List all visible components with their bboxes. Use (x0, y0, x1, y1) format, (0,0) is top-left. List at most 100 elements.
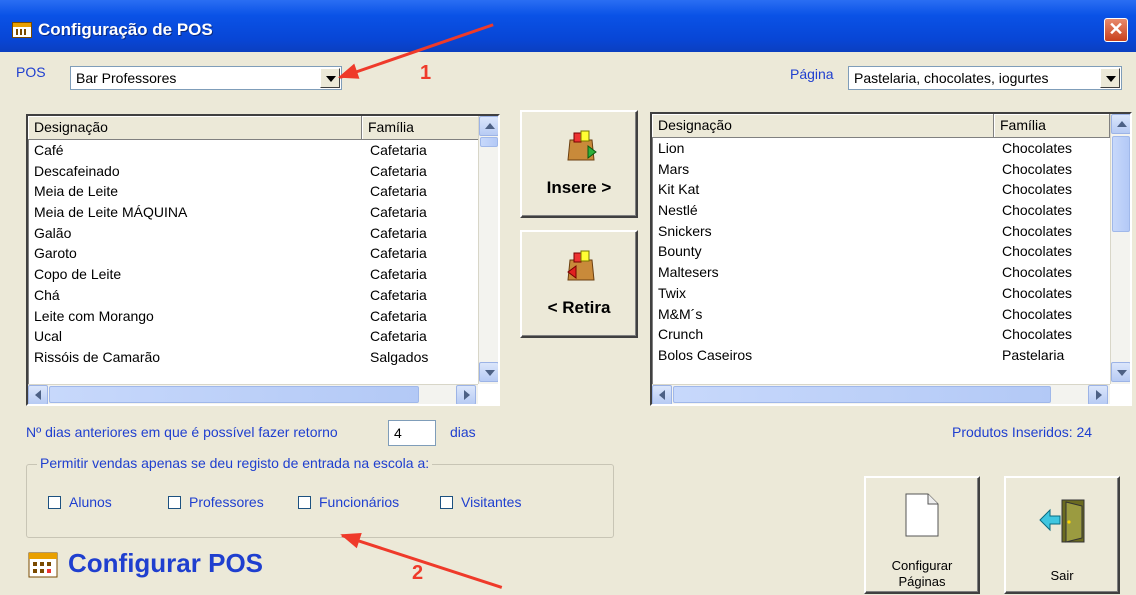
item-designacao: Meia de Leite MÁQUINA (34, 204, 188, 221)
item-designacao: Galão (34, 224, 72, 241)
item-designacao: Leite com Morango (34, 307, 154, 324)
item-familia: Cafetaria (370, 162, 427, 179)
list-item[interactable]: Meia de Leite Cafetaria (28, 181, 478, 202)
list-item[interactable]: Bolos Caseiros Pastelaria (652, 345, 1110, 366)
column-designacao[interactable]: Designação (652, 114, 994, 138)
retira-button[interactable]: < Retira (520, 230, 638, 338)
item-familia: Chocolates (1002, 222, 1073, 239)
item-familia: Cafetaria (370, 142, 427, 158)
list-item[interactable]: Copo de Leite Cafetaria (28, 264, 478, 285)
document-icon (905, 493, 939, 537)
sair-button[interactable]: Sair (1004, 476, 1120, 594)
column-familia[interactable]: Família (994, 114, 1110, 138)
scroll-up-button[interactable] (479, 116, 498, 136)
item-designacao: Bounty (658, 243, 702, 260)
item-familia: Cafetaria (370, 286, 427, 303)
item-designacao: Nestlé (658, 202, 698, 219)
checkbox-alunos[interactable]: Alunos (48, 494, 112, 510)
item-familia: Cafetaria (370, 328, 427, 345)
list-item[interactable]: Rissóis de Camarão Salgados (28, 347, 478, 368)
close-button[interactable]: ✕ (1104, 18, 1128, 42)
list-item[interactable]: Twix Chocolates (652, 283, 1110, 304)
checkbox-visitantes[interactable]: Visitantes (440, 494, 521, 510)
item-designacao: Lion (658, 140, 685, 156)
list-item[interactable]: Snickers Chocolates (652, 221, 1110, 242)
paginas-label: Páginas (898, 574, 946, 589)
list-item[interactable]: Leite com Morango Cafetaria (28, 306, 478, 327)
item-designacao: Descafeinado (34, 162, 120, 179)
list-item[interactable]: Chá Cafetaria (28, 285, 478, 306)
available-products-list[interactable]: Designação Família Café Cafetaria Descafei… (26, 114, 500, 406)
inserted-products-list[interactable]: Designação Família Lion Chocolates Mars Cho… (650, 112, 1132, 406)
list-header: Designação Família (652, 114, 1110, 138)
pos-label: POS (16, 64, 46, 80)
chevron-down-icon[interactable] (1100, 68, 1120, 88)
item-designacao: Mars (658, 160, 690, 177)
list-item[interactable]: Maltesers Chocolates (652, 262, 1110, 283)
configurar-paginas-button[interactable]: Configurar Páginas (864, 476, 980, 594)
item-designacao: Kit Kat (658, 181, 700, 198)
checkbox-label: Visitantes (461, 494, 522, 510)
list-item[interactable]: Descafeinado Cafetaria (28, 161, 478, 182)
app-icon (12, 22, 32, 38)
item-designacao: Maltesers (658, 264, 719, 281)
list-item[interactable]: Nestlé Chocolates (652, 200, 1110, 221)
pagina-select[interactable]: Pastelaria, chocolates, iogurtes (848, 66, 1122, 90)
dias-label: Nº dias anteriores em que é possível faz… (26, 424, 338, 440)
scroll-thumb[interactable] (673, 386, 1051, 403)
item-familia: Cafetaria (370, 266, 427, 283)
list-item[interactable]: Mars Chocolates (652, 159, 1110, 180)
list-item[interactable]: Crunch Chocolates (652, 324, 1110, 345)
insere-button[interactable]: Insere > (520, 110, 638, 218)
checkbox-professores[interactable]: Professores (168, 494, 264, 510)
list-item[interactable]: Meia de Leite MÁQUINA Cafetaria (28, 202, 478, 223)
scroll-up-button[interactable] (1111, 114, 1130, 134)
item-designacao: M&M´s (658, 305, 703, 322)
list-item[interactable]: Bounty Chocolates (652, 241, 1110, 262)
item-familia: Cafetaria (370, 245, 427, 262)
scroll-right-button[interactable] (456, 385, 476, 404)
checkbox-funcionarios[interactable]: Funcionários (298, 494, 399, 510)
retira-label: < Retira (547, 298, 611, 317)
scroll-thumb[interactable] (1112, 136, 1130, 232)
scroll-thumb[interactable] (480, 137, 498, 147)
checkbox-label: Alunos (69, 494, 112, 510)
dias-input[interactable]: 4 (388, 420, 436, 446)
item-familia: Cafetaria (370, 307, 427, 324)
item-familia: Chocolates (1002, 284, 1073, 301)
column-designacao[interactable]: Designação (28, 116, 362, 140)
list-item[interactable]: Galão Cafetaria (28, 223, 478, 244)
horizontal-scrollbar[interactable] (28, 384, 478, 404)
checkbox-box[interactable] (440, 495, 453, 509)
checkbox-box[interactable] (298, 495, 311, 509)
list-item[interactable]: Garoto Cafetaria (28, 243, 478, 264)
dias-suffix: dias (450, 424, 476, 440)
pos-select[interactable]: Bar Professores (70, 66, 342, 90)
vertical-scrollbar[interactable] (1110, 114, 1130, 384)
checkbox-box[interactable] (48, 495, 61, 509)
list-item[interactable]: Café Cafetaria (28, 140, 478, 161)
item-familia: Chocolates (1002, 305, 1073, 322)
scroll-thumb[interactable] (49, 386, 419, 403)
item-familia: Chocolates (1002, 326, 1073, 343)
scroll-down-button[interactable] (479, 362, 498, 382)
item-designacao: Garoto (34, 245, 77, 262)
annotation-label-1: 1 (420, 62, 432, 84)
column-familia[interactable]: Família (362, 116, 480, 140)
scroll-right-button[interactable] (1088, 385, 1108, 404)
scroll-down-button[interactable] (1111, 362, 1130, 382)
list-item[interactable]: M&M´s Chocolates (652, 304, 1110, 325)
annotation-label-2: 2 (412, 562, 424, 584)
vertical-scrollbar[interactable] (478, 116, 498, 384)
horizontal-scrollbar[interactable] (652, 384, 1110, 404)
checkbox-box[interactable] (168, 495, 181, 509)
scroll-left-button[interactable] (652, 385, 672, 404)
list-item[interactable]: Ucal Cafetaria (28, 326, 478, 347)
item-designacao: Snickers (658, 222, 712, 239)
item-familia: Chocolates (1002, 140, 1073, 156)
scroll-left-button[interactable] (28, 385, 48, 404)
produtos-inseridos: Produtos Inseridos: 24 (952, 424, 1093, 440)
list-rows: Café Cafetaria Descafeinado Cafetaria Meia d… (28, 140, 478, 368)
list-item[interactable]: Kit Kat Chocolates (652, 179, 1110, 200)
list-item[interactable]: Lion Chocolates (652, 138, 1110, 159)
